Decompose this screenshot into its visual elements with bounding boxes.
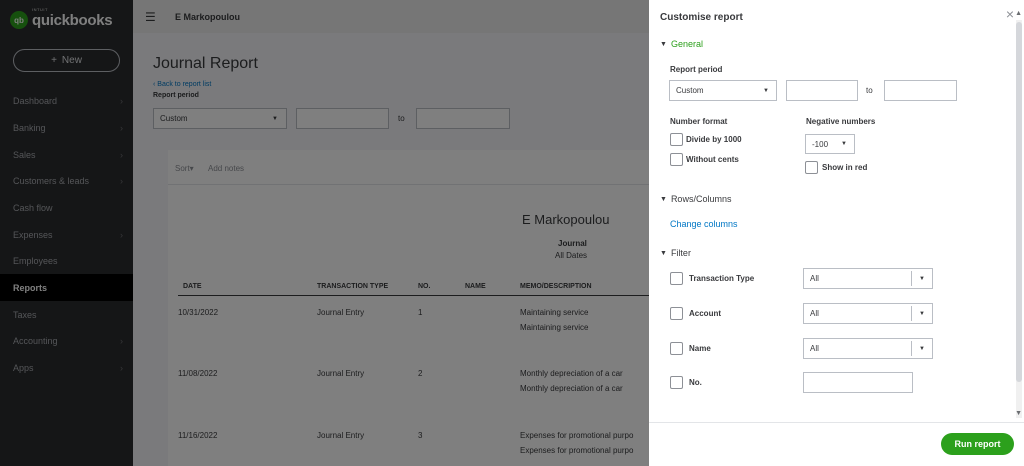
show-in-red-label: Show in red xyxy=(822,163,867,172)
caret-down-icon: ▼ xyxy=(919,311,925,317)
run-report-button[interactable]: Run report xyxy=(941,433,1014,455)
caret-down-icon: ▼ xyxy=(841,141,847,147)
negative-numbers-label: Negative numbers xyxy=(806,117,875,126)
section-general-toggle[interactable]: ▼ General xyxy=(660,39,703,49)
account-filter-checkbox[interactable] xyxy=(670,307,683,320)
transaction-type-filter-checkbox[interactable] xyxy=(670,272,683,285)
number-format-label: Number format xyxy=(670,117,727,126)
panel-start-date-input[interactable] xyxy=(786,80,858,101)
scrollbar-thumb[interactable] xyxy=(1016,22,1022,382)
triangle-down-icon: ▼ xyxy=(660,196,667,203)
change-columns-link[interactable]: Change columns xyxy=(670,219,738,229)
to-label: to xyxy=(866,86,873,95)
name-filter-label: Name xyxy=(689,344,711,353)
report-period-label: Report period xyxy=(670,65,722,74)
scroll-up-icon[interactable]: ▲ xyxy=(1015,10,1022,17)
transaction-type-filter-select[interactable]: All ▼ xyxy=(803,268,933,289)
section-filter-toggle[interactable]: ▼ Filter xyxy=(660,248,691,258)
triangle-down-icon: ▼ xyxy=(660,250,667,257)
divide-by-1000-label: Divide by 1000 xyxy=(686,135,742,144)
panel-end-date-input[interactable] xyxy=(884,80,957,101)
divider xyxy=(649,422,1024,423)
caret-down-icon: ▼ xyxy=(919,346,925,352)
panel-report-period-select[interactable]: Custom ▼ xyxy=(669,80,777,101)
account-filter-label: Account xyxy=(689,309,721,318)
divide-by-1000-checkbox[interactable] xyxy=(670,133,683,146)
name-filter-select[interactable]: All ▼ xyxy=(803,338,933,359)
panel-title: Customise report xyxy=(660,12,743,23)
show-in-red-checkbox[interactable] xyxy=(805,161,818,174)
account-filter-select[interactable]: All ▼ xyxy=(803,303,933,324)
transaction-type-filter-label: Transaction Type xyxy=(689,274,754,283)
name-filter-checkbox[interactable] xyxy=(670,342,683,355)
section-rows-columns-toggle[interactable]: ▼ Rows/Columns xyxy=(660,194,731,204)
triangle-down-icon: ▼ xyxy=(660,41,667,48)
no-filter-input[interactable] xyxy=(803,372,913,393)
negative-numbers-select[interactable]: -100 ▼ xyxy=(805,134,855,154)
close-icon[interactable]: × xyxy=(1006,6,1014,22)
no-filter-checkbox[interactable] xyxy=(670,376,683,389)
caret-down-icon: ▼ xyxy=(919,276,925,282)
scroll-down-icon[interactable]: ▼ xyxy=(1015,410,1022,417)
modal-backdrop[interactable] xyxy=(0,0,649,466)
without-cents-checkbox[interactable] xyxy=(670,153,683,166)
no-filter-label: No. xyxy=(689,378,702,387)
caret-down-icon: ▼ xyxy=(763,88,769,94)
without-cents-label: Without cents xyxy=(686,155,739,164)
customise-report-panel: Customise report × ▲ ▼ ▼ General Report … xyxy=(649,0,1024,466)
